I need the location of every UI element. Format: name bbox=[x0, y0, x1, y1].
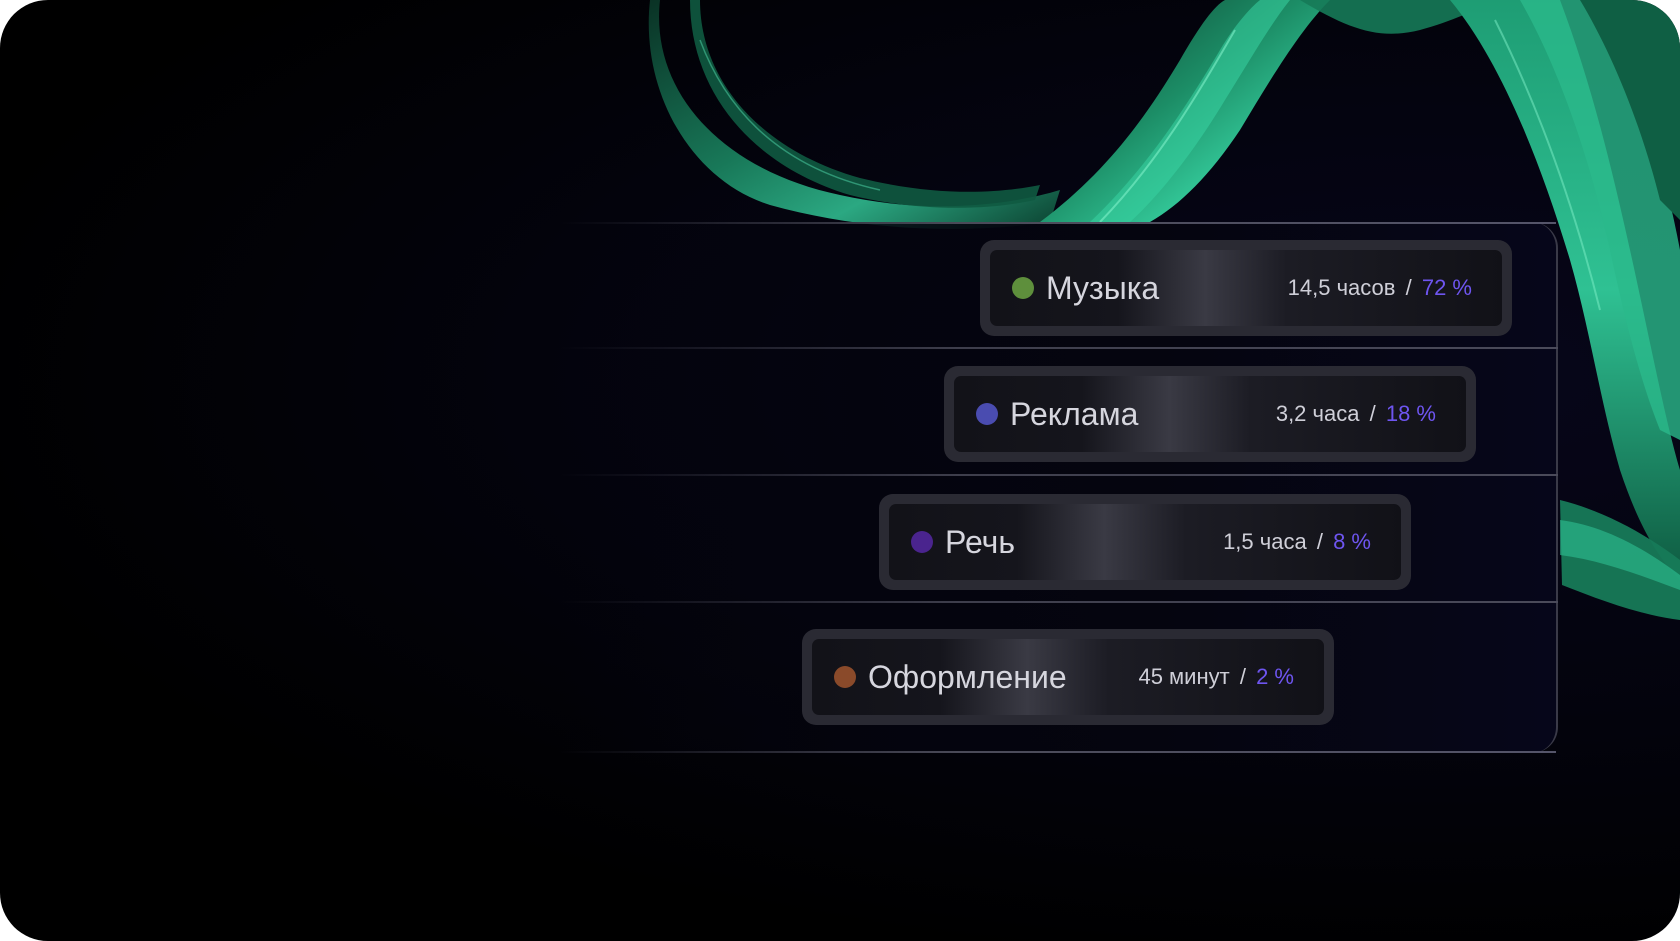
category-percent: 8 % bbox=[1333, 529, 1371, 554]
category-stats: 14,5 часов / 72 % bbox=[1288, 275, 1472, 301]
stats-separator: / bbox=[1369, 401, 1376, 426]
row-divider bbox=[560, 601, 1558, 603]
category-chip-design[interactable]: Оформление 45 минут / 2 % bbox=[802, 629, 1334, 725]
category-chip-ads[interactable]: Реклама 3,2 часа / 18 % bbox=[944, 366, 1476, 462]
category-row: Оформление 45 минут / 2 % bbox=[560, 608, 1558, 753]
category-percent: 2 % bbox=[1256, 664, 1294, 689]
category-duration: 45 минут bbox=[1138, 664, 1230, 689]
design-color-dot bbox=[834, 666, 856, 688]
category-name: Реклама bbox=[1010, 395, 1139, 432]
category-chip-music[interactable]: Музыка 14,5 часов / 72 % bbox=[980, 240, 1512, 336]
category-duration: 14,5 часов bbox=[1287, 275, 1396, 300]
category-stats: 1,5 часа / 8 % bbox=[1223, 529, 1371, 555]
stats-separator: / bbox=[1239, 664, 1246, 689]
category-name: Музыка bbox=[1046, 269, 1160, 306]
category-breakdown-panel: Музыка 14,5 часов / 72 % Реклама 3,2 час… bbox=[560, 222, 1558, 753]
category-chip-speech[interactable]: Речь 1,5 часа / 8 % bbox=[879, 494, 1411, 590]
category-percent: 18 % bbox=[1385, 401, 1436, 426]
category-duration: 1,5 часа bbox=[1223, 529, 1307, 554]
app-frame: Музыка 14,5 часов / 72 % Реклама 3,2 час… bbox=[0, 0, 1680, 941]
category-name: Оформление bbox=[868, 658, 1067, 695]
stats-separator: / bbox=[1316, 529, 1323, 554]
music-color-dot bbox=[1012, 277, 1034, 299]
category-row: Речь 1,5 часа / 8 % bbox=[560, 476, 1558, 603]
category-stats: 45 минут / 2 % bbox=[1138, 664, 1294, 690]
ads-color-dot bbox=[976, 403, 998, 425]
category-name: Речь bbox=[945, 523, 1016, 560]
category-duration: 3,2 часа bbox=[1275, 401, 1360, 426]
stats-separator: / bbox=[1405, 275, 1412, 300]
category-row: Музыка 14,5 часов / 72 % bbox=[560, 222, 1558, 349]
category-stats: 3,2 часа / 18 % bbox=[1276, 401, 1436, 427]
category-percent: 72 % bbox=[1421, 275, 1472, 300]
speech-color-dot bbox=[911, 531, 933, 553]
category-row: Реклама 3,2 часа / 18 % bbox=[560, 349, 1558, 476]
